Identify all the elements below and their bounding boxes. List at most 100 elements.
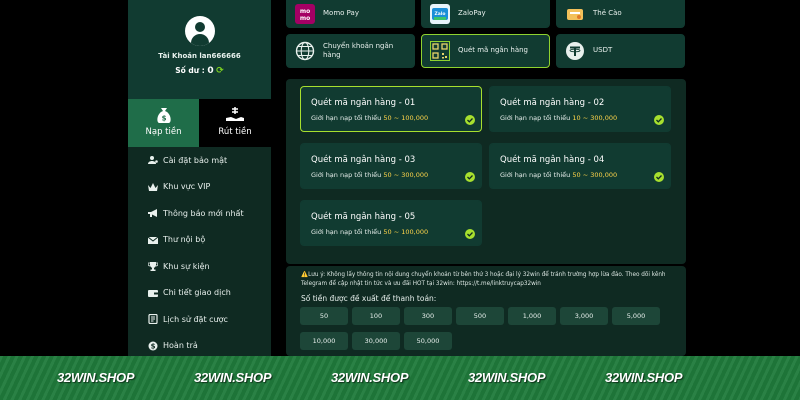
method-bank-transfer[interactable]: Chuyển khoản ngân hàng [286, 34, 415, 68]
check-icon [465, 115, 475, 125]
menu-item-vip[interactable]: Khu vực VIP [128, 174, 271, 201]
hand-money-icon [226, 107, 244, 121]
check-icon [654, 115, 664, 125]
refund-icon: $ [148, 341, 158, 351]
watermark-text: 32WIN.SHOP [331, 370, 409, 385]
amount-button[interactable]: 50,000 [404, 332, 452, 350]
watermark-text: 32WIN.SHOP [605, 370, 683, 385]
momo-icon: mo mo [295, 4, 315, 24]
profile-card: Tài Khoản lan666666 Số dư : 0 ⟳ [128, 0, 271, 99]
tab-withdraw-label: Rút tiền [218, 127, 252, 137]
method-usdt[interactable]: USDT [556, 34, 685, 68]
method-label: Thẻ Cào [593, 9, 622, 18]
amount-button[interactable]: 5,000 [612, 307, 660, 325]
amount-button[interactable]: 30,000 [352, 332, 400, 350]
watermark-text: 32WIN.SHOP [57, 370, 135, 385]
avatar [185, 16, 215, 46]
amount-button[interactable]: 3,000 [560, 307, 608, 325]
account-sidebar: Tài Khoản lan666666 Số dư : 0 ⟳ $ Nạp ti… [128, 0, 271, 358]
bank-channel-limit: Giới hạn nạp tối thiểu 50 ~ 300,000 [500, 171, 618, 179]
bank-channel-name: Quét mã ngân hàng - 03 [311, 155, 416, 165]
notice-text: ⚠️Lưu ý: Không lấy thông tin nội dung ch… [301, 271, 676, 289]
amount-panel: ⚠️Lưu ý: Không lấy thông tin nội dung ch… [286, 266, 686, 356]
account-menu: Cài đặt bảo mật Khu vực VIP Thông báo mớ… [128, 147, 271, 359]
user-gear-icon [148, 156, 158, 165]
trophy-icon [148, 262, 158, 272]
bank-channel-limit: Giới hạn nạp tối thiểu 50 ~ 100,000 [311, 114, 429, 122]
menu-label: Thông báo mới nhất [163, 208, 244, 218]
bank-channel-03[interactable]: Quét mã ngân hàng - 03 Giới hạn nạp tối … [300, 143, 482, 189]
amount-button[interactable]: 100 [352, 307, 400, 325]
menu-label: Hoàn trả [163, 341, 198, 351]
crown-icon [148, 182, 158, 191]
method-label: Quét mã ngân hàng [458, 46, 528, 55]
amount-button[interactable]: 300 [404, 307, 452, 325]
money-bag-icon: $ [157, 108, 171, 123]
check-icon [465, 172, 475, 182]
watermark-banner: 32WIN.SHOP 32WIN.SHOP 32WIN.SHOP 32WIN.S… [0, 356, 800, 400]
method-scratch-card[interactable]: Thẻ Cào [556, 0, 685, 28]
menu-label: Lịch sử đặt cược [163, 314, 228, 324]
notice-body: Lưu ý: Không lấy thông tin nội dung chuy… [301, 272, 666, 287]
balance-label: Số dư : [175, 66, 208, 75]
balance: Số dư : 0 ⟳ [128, 66, 271, 76]
bank-channel-name: Quét mã ngân hàng - 04 [500, 155, 605, 165]
amount-button[interactable]: 50 [300, 307, 348, 325]
bank-channel-limit: Giới hạn nạp tối thiểu 50 ~ 300,000 [311, 171, 429, 179]
menu-label: Cài đặt bảo mật [163, 155, 228, 165]
bank-channel-01[interactable]: Quét mã ngân hàng - 01 Giới hạn nạp tối … [300, 86, 482, 132]
tab-deposit[interactable]: $ Nạp tiền [128, 99, 199, 147]
menu-label: Khu vực VIP [163, 182, 211, 192]
amount-button[interactable]: 10,000 [300, 332, 348, 350]
zalopay-icon: Zalo [430, 4, 450, 24]
svg-text:mo: mo [300, 15, 310, 22]
svg-text:$: $ [162, 115, 167, 123]
refresh-icon[interactable]: ⟳ [216, 66, 224, 76]
watermark-text: 32WIN.SHOP [194, 370, 272, 385]
username: Tài Khoản lan666666 [158, 52, 241, 60]
method-zalopay[interactable]: Zalo ZaloPay [421, 0, 550, 28]
amount-button[interactable]: 1,000 [508, 307, 556, 325]
svg-text:mo: mo [300, 8, 310, 15]
method-label: Chuyển khoản ngân hàng [323, 41, 394, 59]
menu-item-events[interactable]: Khu sự kiện [128, 253, 271, 280]
balance-value: 0 [207, 66, 214, 76]
method-label: ZaloPay [458, 9, 486, 18]
menu-item-bet-history[interactable]: Lịch sử đặt cược [128, 306, 271, 333]
bank-channel-05[interactable]: Quét mã ngân hàng - 05 Giới hạn nạp tối … [300, 200, 482, 246]
bank-channel-panel: Quét mã ngân hàng - 01 Giới hạn nạp tối … [286, 79, 686, 264]
tab-withdraw[interactable]: Rút tiền [199, 99, 271, 147]
bank-channel-limit: Giới hạn nạp tối thiểu 50 ~ 100,000 [311, 228, 429, 236]
bank-channel-name: Quét mã ngân hàng - 05 [311, 212, 416, 222]
menu-label: Thư nội bộ [163, 235, 206, 245]
bank-channel-name: Quét mã ngân hàng - 01 [311, 98, 416, 108]
amount-button[interactable]: 500 [456, 307, 504, 325]
method-momo[interactable]: mo mo Momo Pay [286, 0, 415, 28]
globe-icon [295, 41, 315, 61]
watermark-text: 32WIN.SHOP [468, 370, 546, 385]
menu-item-transactions[interactable]: Chi tiết giao dịch [128, 280, 271, 307]
envelope-icon [148, 236, 158, 244]
tether-icon [566, 42, 584, 60]
menu-label: Chi tiết giao dịch [163, 288, 231, 298]
svg-text:$: $ [151, 342, 156, 350]
method-label: USDT [593, 46, 613, 55]
history-icon [148, 314, 158, 325]
wallet-icon [148, 289, 158, 297]
method-label: Momo Pay [323, 9, 359, 18]
scratch-card-icon [567, 9, 583, 20]
tab-deposit-label: Nạp tiền [145, 127, 182, 137]
menu-item-security[interactable]: Cài đặt bảo mật [128, 147, 271, 174]
menu-item-news[interactable]: Thông báo mới nhất [128, 200, 271, 227]
svg-text:Zalo: Zalo [435, 11, 446, 17]
suggested-amount-title: Số tiền được đề xuất để thanh toán: [301, 294, 437, 303]
qr-code-icon [430, 41, 450, 61]
method-bank-qr[interactable]: Quét mã ngân hàng [421, 34, 550, 68]
check-icon [654, 172, 664, 182]
bank-channel-04[interactable]: Quét mã ngân hàng - 04 Giới hạn nạp tối … [489, 143, 671, 189]
bank-channel-name: Quét mã ngân hàng - 02 [500, 98, 605, 108]
bank-channel-02[interactable]: Quét mã ngân hàng - 02 Giới hạn nạp tối … [489, 86, 671, 132]
bank-channel-limit: Giới hạn nạp tối thiểu 10 ~ 300,000 [500, 114, 618, 122]
menu-item-inbox[interactable]: Thư nội bộ [128, 227, 271, 254]
megaphone-icon [148, 209, 157, 218]
